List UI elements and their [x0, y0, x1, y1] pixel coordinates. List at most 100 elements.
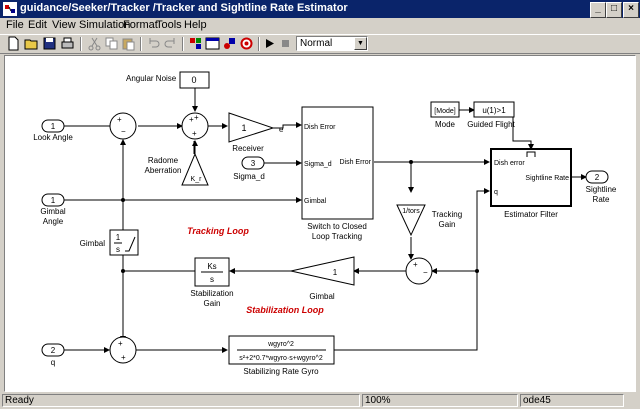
solver-name: ode45 [520, 394, 624, 407]
stabilization-gain-den: s [210, 275, 214, 284]
rate-gyro-den: s²+2*0.7*wgyro·s+wgyro^2 [239, 355, 323, 362]
menu-view[interactable]: View [52, 19, 76, 31]
estimator-out: Sightline Rate [525, 175, 569, 182]
guided-flight-value: u(1)>1 [482, 106, 506, 115]
menu-format[interactable]: Format [123, 19, 158, 31]
stabilization-gain-label2: Gain [204, 299, 221, 308]
redo-icon[interactable] [163, 36, 178, 51]
gimbal-angle-port: 1 [51, 196, 56, 205]
radome-label1: Radome [148, 156, 179, 165]
switch-in1: Dish Error [304, 124, 336, 131]
look-angle-port: 1 [51, 122, 56, 131]
close-button[interactable]: × [623, 2, 639, 18]
rate-gyro-num: wgyro^2 [267, 341, 294, 348]
angular-noise-value: 0 [191, 75, 196, 85]
stabilization-gain-num: Ks [207, 262, 216, 271]
model-browser-icon[interactable] [205, 36, 220, 51]
sightline-rate-label2: Rate [593, 195, 610, 204]
stabilization-gain-label1: Stabilization [190, 289, 233, 298]
stabilization-loop-annotation: Stabilization Loop [246, 305, 324, 315]
receiver-gain-block[interactable] [228, 112, 275, 143]
rate-gyro-label: Stabilizing Rate Gyro [243, 367, 319, 376]
look-angle-label: Look Angle [33, 133, 73, 142]
gimbal-angle-label1: Gimbal [40, 207, 66, 216]
estimator-label: Estimator Filter [504, 210, 558, 219]
tracking-gain-value: 1/tors [402, 208, 420, 215]
sigma-d-port: 3 [251, 159, 256, 168]
svg-text:−: − [121, 127, 126, 136]
switch-in3: Gimbal [304, 198, 327, 205]
svg-text:+: + [117, 115, 122, 124]
estimator-in2: q [494, 189, 498, 196]
status-text: Ready [2, 394, 360, 407]
svg-text:+: + [194, 113, 199, 122]
title-bar: guidance/Seeker/Tracker /Tracker and Sig… [0, 0, 640, 18]
open-folder-icon[interactable] [24, 36, 39, 51]
block-diagram: +− + ++ +− ++ Angular Noise 0 1 Look Ang… [33, 71, 617, 376]
explorer-icon[interactable] [239, 36, 254, 51]
switch-label2: Loop Tracking [312, 232, 362, 241]
gimbal-gain-value: 1 [333, 268, 338, 277]
receiver-out-label: e [279, 125, 284, 134]
guided-flight-label: Guided Flight [467, 120, 515, 129]
gimbal-int-den: s [116, 245, 120, 254]
receiver-label: Receiver [232, 144, 264, 153]
switch-in2: Sigma_d [304, 161, 332, 168]
save-icon[interactable] [42, 36, 57, 51]
switch-out: Dish Error [339, 159, 371, 166]
estimator-in1: Dish error [494, 160, 525, 167]
zoom-level: 100% [362, 394, 518, 407]
angular-noise-label: Angular Noise [126, 74, 177, 83]
print-icon[interactable] [60, 36, 75, 51]
menu-help[interactable]: Help [184, 19, 207, 31]
menu-edit[interactable]: Edit [28, 19, 47, 31]
simulation-mode-select[interactable]: Normal ▼ [296, 36, 368, 51]
gimbal-angle-label2: Angle [43, 217, 64, 226]
minimize-button[interactable]: _ [590, 2, 606, 18]
switch-label1: Switch to Closed [307, 222, 367, 231]
start-icon[interactable] [262, 36, 277, 51]
tracking-gain-label1: Tracking [432, 210, 462, 219]
undo-icon[interactable] [146, 36, 161, 51]
status-bar: Ready 100% ode45 [0, 393, 640, 409]
svg-text:−: − [423, 268, 428, 277]
receiver-value: 1 [241, 123, 246, 133]
svg-text:+: + [192, 129, 197, 138]
model-canvas[interactable]: + − + + + + − + + Angular Noise 0 1 Look… [4, 55, 636, 392]
cut-icon[interactable] [87, 36, 102, 51]
stop-icon[interactable] [278, 36, 293, 51]
paste-icon[interactable] [121, 36, 136, 51]
q-port: 2 [51, 346, 56, 355]
sum-block-gimbal[interactable] [405, 257, 433, 285]
debugger-icon[interactable] [222, 36, 237, 51]
window-title: guidance/Seeker/Tracker /Tracker and Sig… [20, 2, 348, 14]
maximize-button[interactable]: □ [606, 2, 622, 18]
gimbal-gain-block[interactable] [290, 256, 355, 286]
copy-icon[interactable] [104, 36, 119, 51]
sightline-rate-label1: Sightline [586, 185, 617, 194]
menu-file[interactable]: File [6, 19, 24, 31]
tracking-loop-annotation: Tracking Loop [187, 226, 249, 236]
new-file-icon[interactable] [6, 36, 21, 51]
chevron-down-icon[interactable]: ▼ [354, 37, 367, 50]
svg-text:+: + [413, 260, 418, 269]
simulation-mode-value: Normal [300, 38, 333, 49]
svg-text:+: + [121, 353, 126, 362]
simulink-window: guidance/Seeker/Tracker /Tracker and Sig… [0, 0, 640, 409]
sightline-rate-port: 2 [595, 173, 600, 182]
svg-text:+: + [118, 339, 123, 348]
simulink-app-icon [3, 2, 17, 16]
gimbal-gain-label: Gimbal [309, 292, 335, 301]
radome-value: K_r [191, 176, 203, 183]
mode-label: Mode [435, 120, 456, 129]
library-browser-icon[interactable] [188, 36, 203, 51]
mode-value: [Mode] [434, 108, 455, 115]
gimbal-int-label: Gimbal [80, 239, 106, 248]
q-label: q [51, 358, 55, 367]
menu-tools[interactable]: Tools [156, 19, 182, 31]
gimbal-int-num: 1 [116, 233, 121, 242]
radome-label2: Aberration [145, 166, 182, 175]
sigma-d-label: Sigma_d [233, 172, 265, 181]
menu-bar: File Edit View Simulation Format Tools H… [0, 18, 640, 34]
tracking-gain-label2: Gain [439, 220, 456, 229]
